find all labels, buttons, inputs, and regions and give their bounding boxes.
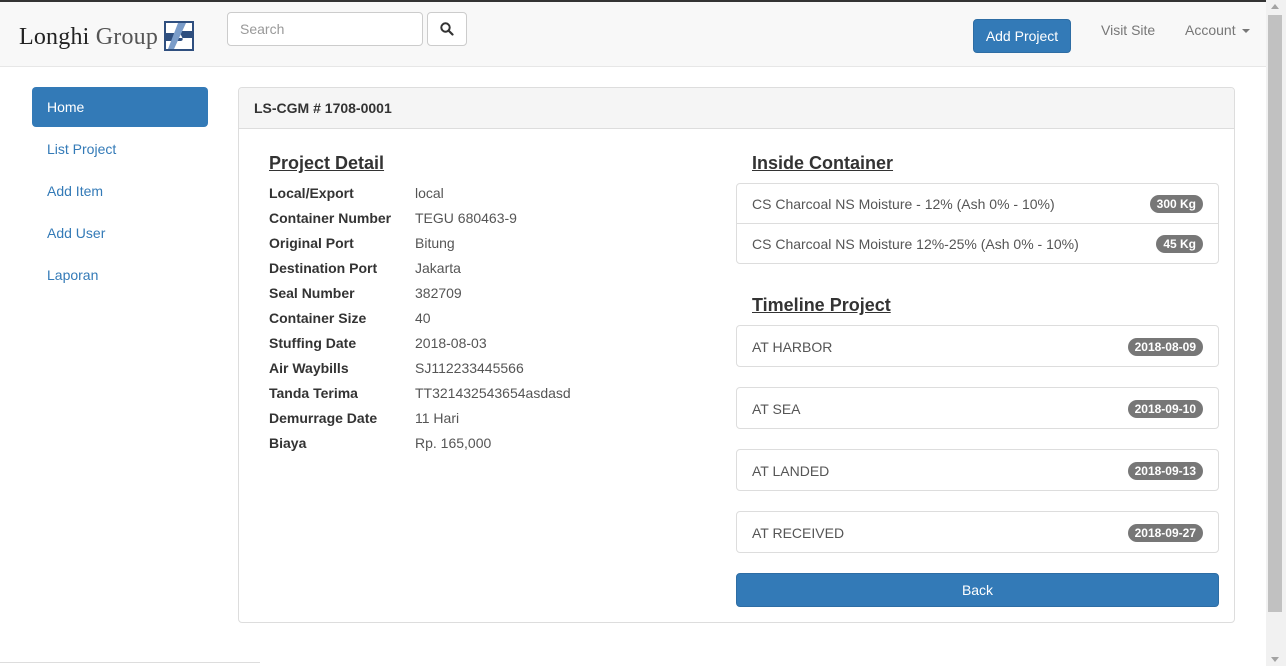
account-label: Account [1185, 22, 1236, 38]
weight-badge: 300 Kg [1149, 195, 1203, 213]
timeline-date-badge: 2018-09-10 [1127, 400, 1203, 418]
sidebar-item-add-item[interactable]: Add Item [32, 171, 208, 211]
project-detail-table: Local/Export local Container Number TEGU 6… [269, 184, 571, 459]
timeline-card: AT RECEIVED 2018-09-27 [736, 511, 1219, 553]
detail-row: Stuffing Date 2018-08-03 [269, 334, 571, 359]
detail-row: Original Port Bitung [269, 234, 571, 259]
detail-value: Rp. 165,000 [415, 435, 492, 451]
timeline-date-badge: 2018-09-13 [1127, 462, 1203, 480]
detail-row: Container Number TEGU 680463-9 [269, 209, 571, 234]
detail-label: Tanda Terima [269, 385, 358, 401]
brand-name-2: Group [95, 24, 159, 50]
container-item-name: CS Charcoal NS Moisture - 12% (Ash 0% - … [752, 196, 1055, 212]
detail-value: SJ112233445566 [415, 360, 524, 376]
back-button[interactable]: Back [736, 573, 1219, 607]
sidebar-item-home[interactable]: Home [32, 87, 208, 127]
detail-value: local [415, 185, 444, 201]
logo-mark-icon [164, 21, 194, 51]
detail-label: Stuffing Date [269, 335, 357, 351]
brand-logo[interactable]: Longhi Group [19, 20, 158, 54]
divider [0, 662, 260, 663]
detail-value: TT321432543654asdasd [415, 385, 571, 401]
search-icon [440, 22, 454, 36]
timeline-title: Timeline Project [752, 295, 891, 315]
detail-row: Container Size 40 [269, 309, 571, 334]
detail-value: 11 Hari [415, 410, 460, 426]
detail-row: Tanda Terima TT321432543654asdasd [269, 384, 571, 409]
detail-label: Biaya [269, 435, 307, 451]
detail-label: Air Waybills [269, 360, 349, 376]
timeline-status: AT HARBOR [752, 339, 833, 355]
detail-label: Destination Port [269, 260, 378, 276]
weight-badge: 45 Kg [1156, 235, 1203, 253]
detail-row: Biaya Rp. 165,000 [269, 434, 571, 459]
detail-row: Destination Port Jakarta [269, 259, 571, 284]
scroll-up-icon[interactable] [1271, 4, 1279, 9]
search-input[interactable] [227, 12, 423, 46]
timeline-status: AT SEA [752, 401, 801, 417]
detail-value: Jakarta [415, 260, 461, 276]
project-detail-title: Project Detail [269, 153, 385, 173]
sidebar-item-add-user[interactable]: Add User [32, 213, 208, 253]
detail-value: 40 [415, 310, 431, 326]
detail-row: Air Waybills SJ112233445566 [269, 359, 571, 384]
container-item: CS Charcoal NS Moisture - 12% (Ash 0% - … [736, 183, 1219, 224]
detail-label: Original Port [269, 235, 354, 251]
timeline-item: AT SEA 2018-09-10 [736, 387, 1219, 429]
detail-value: 2018-08-03 [415, 335, 487, 351]
timeline-item: AT LANDED 2018-09-13 [736, 449, 1219, 491]
detail-label: Container Size [269, 310, 367, 326]
timeline-card: AT LANDED 2018-09-13 [736, 449, 1219, 491]
detail-label: Seal Number [269, 285, 355, 301]
container-item: CS Charcoal NS Moisture 12%-25% (Ash 0% … [736, 223, 1219, 264]
detail-label: Demurrage Date [269, 410, 378, 426]
detail-row: Demurrage Date 11 Hari [269, 409, 571, 434]
timeline-item: AT HARBOR 2018-08-09 [736, 325, 1219, 367]
timeline-date-badge: 2018-08-09 [1127, 338, 1203, 356]
panel-heading: LS-CGM # 1708-0001 [239, 88, 1234, 129]
timeline-item: AT RECEIVED 2018-09-27 [736, 511, 1219, 553]
sidebar-item-laporan[interactable]: Laporan [32, 255, 208, 295]
timeline-card: AT SEA 2018-09-10 [736, 387, 1219, 429]
detail-label: Container Number [269, 210, 392, 226]
inside-container-title: Inside Container [752, 153, 894, 173]
inside-container-list: CS Charcoal NS Moisture - 12% (Ash 0% - … [736, 183, 1219, 264]
timeline-date-badge: 2018-09-27 [1127, 524, 1203, 542]
navbar: Longhi Group Add Project Visit Site Acco… [0, 0, 1266, 67]
brand-name-1: Longhi [19, 24, 90, 50]
brand-text: Longhi Group [19, 20, 158, 54]
account-dropdown[interactable]: Account [1185, 21, 1250, 39]
scroll-down-icon[interactable] [1271, 657, 1279, 662]
timeline-status: AT LANDED [752, 463, 830, 479]
sidebar-item-list-project[interactable]: List Project [32, 129, 208, 169]
add-project-button[interactable]: Add Project [973, 19, 1071, 53]
detail-value: TEGU 680463-9 [415, 210, 517, 226]
detail-row: Seal Number 382709 [269, 284, 571, 309]
detail-label: Local/Export [269, 185, 354, 201]
detail-value: Bitung [415, 235, 455, 251]
caret-down-icon [1241, 29, 1250, 33]
detail-row: Local/Export local [269, 184, 571, 209]
container-item-name: CS Charcoal NS Moisture 12%-25% (Ash 0% … [752, 236, 1079, 252]
timeline-card: AT HARBOR 2018-08-09 [736, 325, 1219, 367]
detail-value: 382709 [415, 285, 462, 301]
sidebar: Home List Project Add Item Add User Lapo… [32, 87, 208, 297]
scrollbar-thumb[interactable] [1268, 15, 1282, 612]
timeline-status: AT RECEIVED [752, 525, 845, 541]
search-button[interactable] [427, 12, 467, 46]
visit-site-link[interactable]: Visit Site [1101, 21, 1155, 39]
